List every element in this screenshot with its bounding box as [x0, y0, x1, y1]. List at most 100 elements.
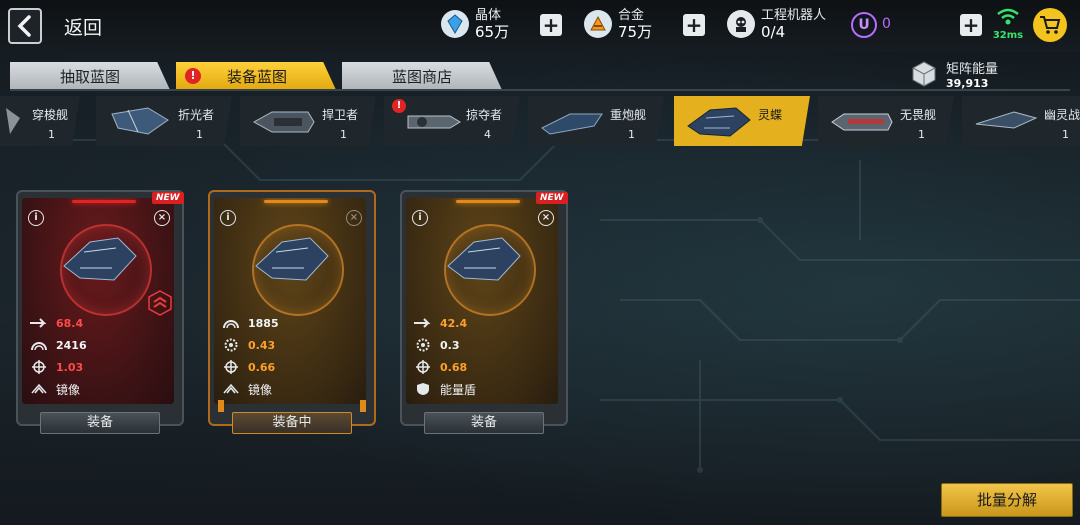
ship-icon — [831, 113, 893, 131]
matrix-energy-value: 39,913 — [946, 77, 989, 90]
back-button[interactable] — [8, 8, 42, 44]
stat-value: 68.4 — [56, 316, 84, 330]
equip-button[interactable]: 装备 — [40, 412, 160, 434]
add-u-currency-button[interactable]: + — [960, 14, 982, 36]
matrix-energy-label: 矩阵能量 — [946, 62, 999, 77]
ship-item[interactable]: 无畏舰 1 — [818, 96, 954, 146]
ship-name: 捍卫者 — [322, 108, 359, 122]
shop-cart-button[interactable] — [1033, 8, 1067, 42]
rank-chevron-icon — [148, 290, 172, 316]
target-icon — [414, 360, 432, 374]
robot-icon — [727, 10, 755, 38]
u-currency-icon: U — [851, 12, 877, 38]
equipped-button[interactable]: 装备中 — [232, 412, 352, 434]
alloy-value: 75万 — [618, 23, 653, 41]
ship-count: 1 — [1062, 128, 1069, 141]
stat-row: 0.43 — [222, 334, 279, 356]
new-badge: NEW — [536, 192, 568, 204]
stat-value: 1885 — [248, 316, 279, 330]
ship-icon — [252, 111, 315, 133]
close-icon[interactable]: × — [154, 210, 170, 226]
stat-value: 0.43 — [248, 338, 276, 352]
ship-item[interactable]: 捍卫者 1 — [240, 96, 376, 146]
ship-item[interactable]: ! 掠夺者 4 — [384, 96, 520, 146]
chevron-left-icon — [17, 15, 31, 37]
stat-row: 0.66 — [222, 356, 279, 378]
equip-button[interactable]: 装备 — [424, 412, 544, 434]
stat-row: 0.68 — [414, 356, 476, 378]
ship-icon — [407, 115, 461, 129]
stat-value: 0.3 — [440, 338, 460, 352]
ship-icon — [63, 237, 137, 281]
speed-icon — [414, 316, 432, 330]
tab-draw-blueprint[interactable]: 抽取蓝图 — [10, 62, 170, 90]
robot-label: 工程机器人 — [761, 8, 827, 23]
add-crystal-button[interactable]: + — [540, 14, 562, 36]
target-icon — [30, 360, 48, 374]
ship-icon — [447, 237, 521, 281]
ship-count: 1 — [48, 128, 55, 141]
ship-icon — [541, 113, 603, 135]
crystal-resource: 晶体 65万 — [441, 8, 509, 40]
matrix-energy: 矩阵能量 39,913 — [910, 58, 998, 90]
u-currency-value: 0 — [882, 16, 891, 32]
info-icon[interactable]: i — [28, 210, 44, 226]
alloy-label: 合金 — [618, 8, 645, 23]
ship-count: 1 — [918, 128, 925, 141]
tab-label: 抽取蓝图 — [59, 67, 120, 86]
stat-row: 2416 — [30, 334, 87, 356]
close-icon[interactable]: × — [538, 210, 554, 226]
stat-value: 1.03 — [56, 360, 84, 374]
speed-icon — [30, 316, 48, 330]
equipped-marker — [360, 400, 366, 412]
card-glow-bar — [72, 200, 136, 203]
card-glow-bar — [264, 200, 328, 203]
crystal-label: 晶体 — [475, 8, 502, 23]
stat-row: 42.4 — [414, 312, 476, 334]
batch-decompose-button[interactable]: 批量分解 — [941, 483, 1073, 517]
matrix-cube-icon — [912, 61, 936, 87]
info-icon[interactable]: i — [220, 210, 236, 226]
alloy-icon — [584, 10, 612, 38]
robot-value: 0/4 — [761, 23, 786, 41]
gear-icon — [414, 338, 432, 352]
ship-item[interactable]: 折光者 1 — [96, 96, 232, 146]
ship-item[interactable]: 幽灵战 1 — [962, 96, 1080, 146]
blueprint-card[interactable]: NEW i × 68.4 2416 1.03 镜像 装备 — [16, 190, 184, 434]
close-icon: × — [346, 210, 362, 226]
ping-value: 32ms — [992, 30, 1024, 41]
ship-item-selected[interactable]: 灵蝶 — [674, 96, 810, 146]
target-icon — [222, 360, 240, 374]
robot-resource: 工程机器人 0/4 — [727, 8, 826, 40]
armor-icon — [222, 316, 240, 330]
ship-icon — [111, 107, 169, 135]
equipped-marker — [218, 400, 224, 412]
tab-blueprint-shop[interactable]: 蓝图商店 — [342, 62, 502, 90]
stat-row: 68.4 — [30, 312, 87, 334]
ship-item[interactable]: 穿梭舰 1 — [0, 96, 80, 146]
ship-name: 幽灵战 — [1044, 108, 1080, 122]
tab-label: 装备蓝图 — [226, 67, 287, 86]
card-stats: 1885 0.43 0.66 镜像 — [222, 312, 279, 400]
add-alloy-button[interactable]: + — [683, 14, 705, 36]
gear-icon — [222, 338, 240, 352]
ship-selector: 穿梭舰 1 折光者 1 捍卫者 1 ! 掠夺者 4 重炮舰 1 灵蝶 无畏舰 1… — [0, 96, 1080, 148]
tab-equip-blueprint[interactable]: ! 装备蓝图 — [176, 62, 336, 90]
blueprint-card[interactable]: NEW i × 42.4 0.3 0.68 能量盾 装备 — [400, 190, 568, 434]
crystal-value: 65万 — [475, 23, 510, 41]
back-label: 返回 — [64, 17, 103, 39]
alert-icon: ! — [184, 68, 201, 84]
ship-item[interactable]: 重炮舰 1 — [528, 96, 664, 146]
stat-row: 1885 — [222, 312, 279, 334]
stat-row: 能量盾 — [414, 378, 476, 400]
ship-count: 1 — [340, 128, 347, 141]
mirror-skill-icon — [222, 382, 240, 396]
alert-icon: ! — [392, 99, 406, 113]
ship-name: 灵蝶 — [758, 108, 783, 122]
alloy-resource: 合金 75万 — [584, 8, 652, 40]
armor-icon — [30, 338, 48, 352]
shield-icon — [414, 382, 432, 396]
blueprint-card-equipped[interactable]: i × 1885 0.43 0.66 镜像 装备中 — [208, 190, 376, 434]
stat-value: 0.66 — [248, 360, 276, 374]
info-icon[interactable]: i — [412, 210, 428, 226]
